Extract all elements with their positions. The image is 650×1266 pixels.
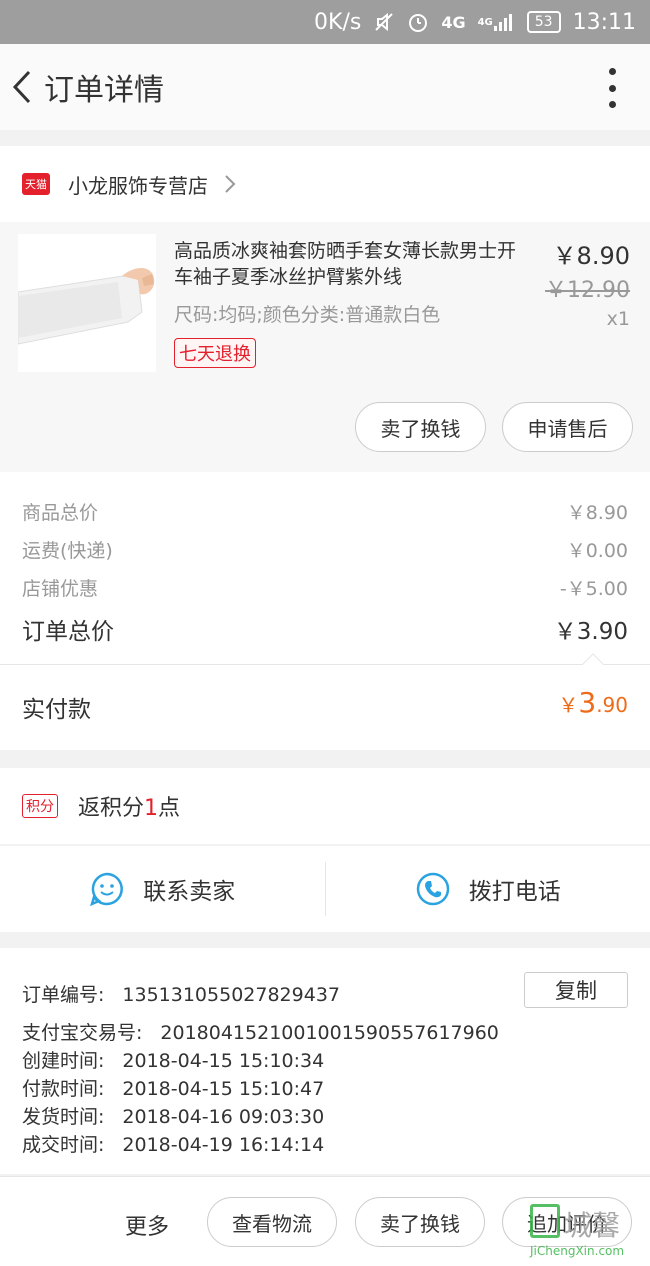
created-label: 创建时间: bbox=[22, 1050, 105, 1072]
price-summary: 商品总价 ￥8.90 运费(快递) ￥0.00 店铺优惠 -￥5.00 订单总价… bbox=[0, 472, 650, 750]
order-number-row: 订单编号: 135131055027829437 bbox=[22, 980, 340, 1007]
page-title: 订单详情 bbox=[44, 73, 164, 108]
battery-icon: 53 bbox=[526, 11, 561, 33]
watermark-text: 城馨 bbox=[564, 1209, 621, 1242]
watermark-url: JiChengXin.com bbox=[530, 1244, 625, 1258]
closed-time: 2018-04-19 16:14:14 bbox=[122, 1134, 325, 1156]
status-bar: 0K/s 4G 4G 53 13:11 bbox=[0, 0, 650, 44]
alipay-row: 支付宝交易号: 2018041521001001590557617960 bbox=[22, 1018, 499, 1045]
chat-icon bbox=[90, 872, 124, 907]
after-sale-button[interactable]: 申请售后 bbox=[502, 402, 633, 452]
paid-time-label: 付款时间: bbox=[22, 1078, 105, 1100]
subtotal-label: 商品总价 bbox=[22, 502, 99, 524]
order-number-label: 订单编号: bbox=[22, 984, 105, 1006]
sell-for-cash-button-bottom[interactable]: 卖了换钱 bbox=[355, 1197, 485, 1247]
shipping-label: 运费(快递) bbox=[22, 540, 113, 562]
discount-label: 店铺优惠 bbox=[22, 578, 99, 600]
caret-up-icon bbox=[582, 653, 604, 665]
network-speed: 0K/s bbox=[314, 9, 362, 35]
contact-bar: 联系卖家 拨打电话 bbox=[0, 846, 650, 932]
subtotal-value: ￥8.90 bbox=[566, 502, 628, 524]
order-total-row: 订单总价 ￥3.90 bbox=[22, 612, 628, 646]
bottom-action-bar: 更多 查看物流 卖了换钱 追加评价 城馨 JiChengXin.com bbox=[0, 1176, 650, 1266]
shipping-row: 运费(快递) ￥0.00 bbox=[22, 536, 628, 563]
view-logistics-button[interactable]: 查看物流 bbox=[207, 1197, 337, 1247]
more-button[interactable]: 更多 bbox=[125, 1209, 169, 1241]
paid-currency: ￥ bbox=[558, 693, 579, 717]
shipping-value: ￥0.00 bbox=[566, 540, 628, 562]
alipay-label: 支付宝交易号: bbox=[22, 1022, 143, 1044]
order-number: 135131055027829437 bbox=[122, 984, 340, 1006]
paid-amount-integer: 3 bbox=[578, 686, 597, 719]
contact-seller-label: 联系卖家 bbox=[143, 879, 236, 905]
paid-amount-decimal: .90 bbox=[596, 693, 628, 717]
order-total-value: ￥3.90 bbox=[553, 619, 628, 645]
paid-label: 实付款 bbox=[22, 697, 91, 723]
subtotal-row: 商品总价 ￥8.90 bbox=[22, 498, 628, 525]
chevron-right-icon bbox=[224, 174, 236, 194]
created-row: 创建时间: 2018-04-15 15:10:34 bbox=[22, 1046, 324, 1073]
watermark-logo-icon bbox=[530, 1204, 560, 1238]
signal-icon: 4G bbox=[478, 12, 515, 32]
points-suffix: 点 bbox=[158, 796, 181, 821]
phone-icon bbox=[416, 872, 449, 906]
points-badge: 积分 bbox=[22, 794, 58, 818]
tmall-icon: 天猫 bbox=[22, 173, 50, 195]
points-text: 返积分1点 bbox=[78, 790, 180, 822]
mute-icon bbox=[373, 11, 395, 33]
alipay-number: 2018041521001001590557617960 bbox=[160, 1022, 499, 1044]
clock: 13:11 bbox=[572, 9, 636, 35]
closed-row: 成交时间: 2018-04-19 16:14:14 bbox=[22, 1130, 324, 1157]
product-original-price: ￥12.90 bbox=[545, 278, 630, 303]
product-price: ￥8.90 bbox=[552, 242, 630, 270]
paid-time-row: 付款时间: 2018-04-15 15:10:47 bbox=[22, 1074, 324, 1101]
points-count: 1 bbox=[144, 796, 159, 821]
copy-button[interactable]: 复制 bbox=[524, 972, 628, 1008]
shipped-time: 2018-04-16 09:03:30 bbox=[122, 1106, 325, 1128]
shipped-label: 发货时间: bbox=[22, 1106, 105, 1128]
network-type-2: 4G bbox=[477, 16, 493, 28]
order-total-label: 订单总价 bbox=[22, 619, 114, 645]
back-icon[interactable] bbox=[2, 44, 42, 130]
product-spec: 尺码:均码;颜色分类:普通款白色 bbox=[174, 304, 441, 326]
discount-row: 店铺优惠 -￥5.00 bbox=[22, 574, 628, 601]
return-policy-badge: 七天退换 bbox=[174, 338, 256, 368]
product-item[interactable]: 高品质冰爽袖套防晒手套女薄长款男士开车袖子夏季冰丝护臂紫外线 尺码:均码;颜色分… bbox=[0, 222, 650, 472]
product-thumbnail[interactable] bbox=[18, 234, 156, 372]
more-menu-icon[interactable] bbox=[602, 68, 622, 108]
alarm-icon bbox=[407, 11, 429, 33]
paid-time: 2018-04-15 15:10:47 bbox=[122, 1078, 325, 1100]
app-bar: 订单详情 bbox=[0, 44, 650, 130]
product-quantity: x1 bbox=[606, 308, 630, 330]
contact-seller-button[interactable]: 联系卖家 bbox=[0, 846, 325, 932]
network-type: 4G bbox=[441, 12, 466, 32]
points-row: 积分 返积分1点 bbox=[0, 768, 650, 844]
product-title[interactable]: 高品质冰爽袖套防晒手套女薄长款男士开车袖子夏季冰丝护臂紫外线 bbox=[174, 238, 529, 290]
paid-amount: ￥3.90 bbox=[558, 686, 628, 719]
closed-label: 成交时间: bbox=[22, 1134, 105, 1156]
created-time: 2018-04-15 15:10:34 bbox=[122, 1050, 325, 1072]
order-info: 订单编号: 135131055027829437 复制 支付宝交易号: 201804… bbox=[0, 948, 650, 1174]
points-prefix: 返积分 bbox=[78, 796, 145, 821]
call-phone-label: 拨打电话 bbox=[468, 879, 561, 905]
discount-value: -￥5.00 bbox=[559, 578, 628, 600]
shop-row[interactable]: 天猫 小龙服饰专营店 bbox=[0, 146, 650, 222]
watermark: 城馨 JiChengXin.com bbox=[530, 1204, 646, 1262]
divider bbox=[0, 664, 650, 665]
call-phone-button[interactable]: 拨打电话 bbox=[326, 846, 650, 932]
shipped-row: 发货时间: 2018-04-16 09:03:30 bbox=[22, 1102, 324, 1129]
shop-name[interactable]: 小龙服饰专营店 bbox=[68, 170, 208, 199]
sell-for-cash-button[interactable]: 卖了换钱 bbox=[355, 402, 486, 452]
